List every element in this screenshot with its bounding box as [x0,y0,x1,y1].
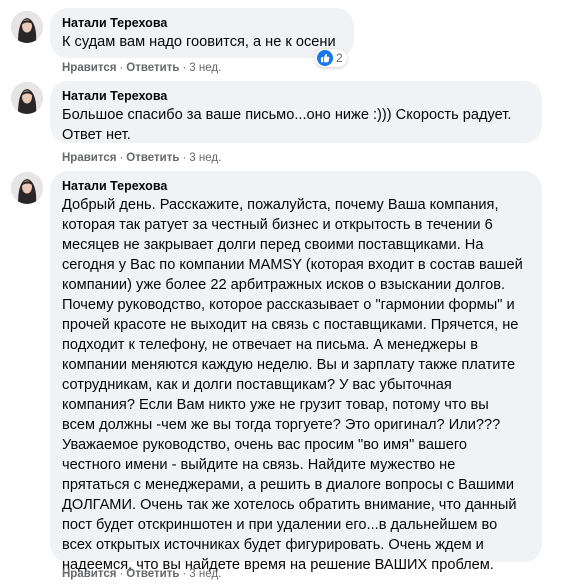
avatar-photo-icon [11,172,43,204]
comment-bubble: Натали Терехова Большое спасибо за ваше … [50,81,542,143]
like-button[interactable]: Нравится [62,568,116,580]
reply-button[interactable]: Ответить [126,62,179,74]
comment-actions: Нравится · Ответить · 3 нед. [62,152,222,164]
avatar[interactable] [11,82,43,114]
comment-bubble: Натали Терехова К судам вам надо гоовитс… [50,8,354,58]
comment-timestamp[interactable]: 3 нед. [189,62,221,74]
comment-bubble: Натали Терехова Добрый день. Расскажите,… [50,171,542,573]
comment-text: К судам вам надо гоовится, а не к осени [62,34,336,50]
comment-timestamp[interactable]: 3 нед. [189,152,221,164]
reply-button[interactable]: Ответить [126,152,179,164]
comment-timestamp[interactable]: 3 нед. [189,568,221,580]
comment-actions: Нравится · Ответить · 3 нед. [62,568,222,580]
comment-text: Большое спасибо за ваше письмо...оно ниж… [62,107,512,143]
reply-button[interactable]: Ответить [126,568,179,580]
comment-author[interactable]: Натали Терехова [62,88,530,104]
like-button[interactable]: Нравится [62,152,116,164]
comment-author[interactable]: Натали Терехова [62,178,530,194]
avatar-photo-icon [11,11,43,43]
avatar[interactable] [11,172,43,204]
like-icon [317,50,333,66]
comment-actions: Нравится · Ответить · 3 нед. [62,62,222,74]
avatar[interactable] [11,11,43,43]
reaction-count[interactable]: 2 [315,49,347,67]
avatar-photo-icon [11,82,43,114]
comment-author[interactable]: Натали Терехова [62,15,342,31]
reaction-count-label: 2 [336,51,343,65]
comment-text: Добрый день. Расскажите, пожалуйста, поч… [62,197,523,573]
like-button[interactable]: Нравится [62,62,116,74]
